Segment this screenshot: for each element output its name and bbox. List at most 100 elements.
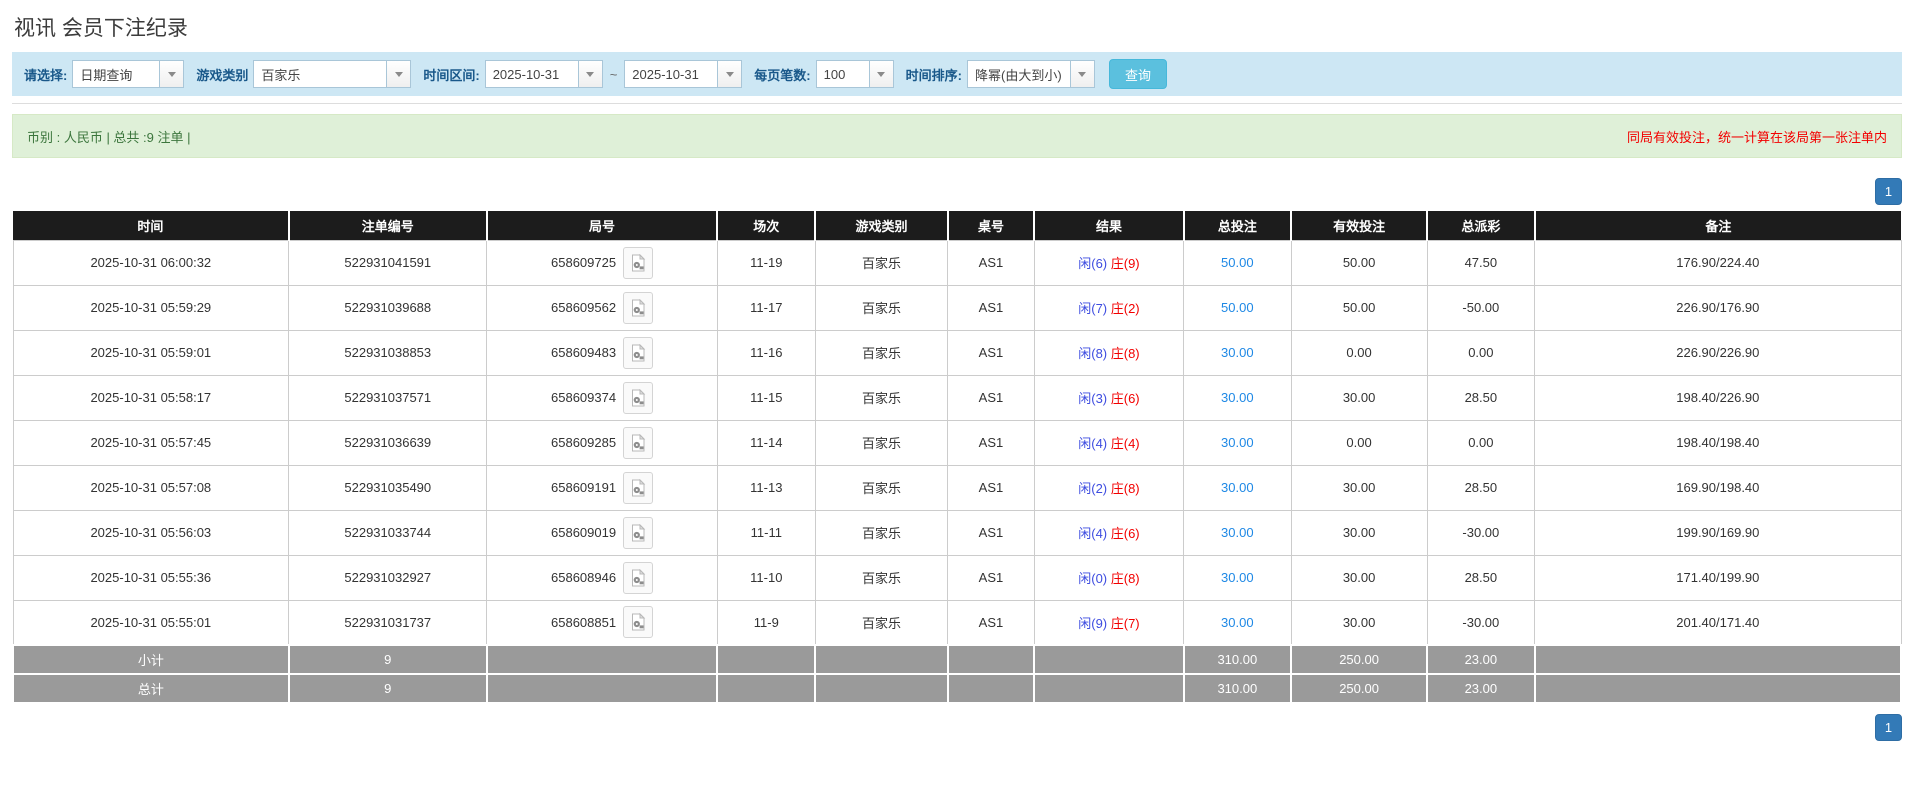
payout: 47.50 bbox=[1426, 239, 1536, 286]
total-bet-link[interactable]: 30.00 bbox=[1221, 480, 1254, 495]
bet-id: 522931037571 bbox=[288, 374, 488, 421]
round-id-wrap: 658609483 bbox=[551, 336, 654, 369]
summary-empty bbox=[814, 644, 949, 675]
round-id: 658609374 bbox=[551, 390, 617, 405]
sort-order-combobox[interactable] bbox=[966, 60, 1095, 88]
result-banker: 庄(2) bbox=[1110, 301, 1140, 316]
per-page-combobox[interactable] bbox=[815, 60, 894, 88]
query-type-combobox[interactable] bbox=[72, 60, 185, 88]
bet-time: 2025-10-31 05:56:03 bbox=[12, 509, 290, 556]
result-banker: 庄(6) bbox=[1110, 391, 1140, 406]
video-replay-button[interactable] bbox=[623, 291, 654, 324]
bet-time: 2025-10-31 05:59:29 bbox=[12, 284, 290, 331]
total-bet-link[interactable]: 30.00 bbox=[1221, 525, 1254, 540]
total-bet-link[interactable]: 30.00 bbox=[1221, 615, 1254, 630]
chevron-down-icon[interactable] bbox=[577, 61, 602, 87]
column-header: 局号 bbox=[486, 211, 719, 240]
search-button[interactable]: 查询 bbox=[1108, 59, 1167, 89]
bet-id: 522931035490 bbox=[288, 464, 488, 511]
round-id: 658608851 bbox=[551, 614, 617, 630]
chevron-down-icon[interactable] bbox=[1069, 61, 1094, 87]
chevron-down-icon[interactable] bbox=[717, 61, 742, 87]
round-id-cell: 658609191 bbox=[486, 464, 718, 511]
round-id-wrap: 658608946 bbox=[551, 561, 654, 594]
chevron-down-icon[interactable] bbox=[159, 61, 184, 87]
session-no: 11-10 bbox=[716, 554, 816, 601]
summary-empty bbox=[1533, 673, 1903, 704]
pagination-bottom: 1 bbox=[12, 714, 1902, 741]
total-bet-link[interactable]: 30.00 bbox=[1221, 435, 1254, 450]
round-id-wrap: 658609019 bbox=[551, 516, 654, 549]
pagination-page-1[interactable]: 1 bbox=[1875, 714, 1902, 741]
table-no: AS1 bbox=[947, 284, 1035, 331]
summary-label: 小计 bbox=[12, 644, 290, 675]
video-replay-button[interactable] bbox=[623, 516, 654, 549]
per-page-input[interactable] bbox=[816, 61, 869, 87]
video-replay-button[interactable] bbox=[623, 336, 654, 369]
summary-empty bbox=[1533, 644, 1903, 675]
video-replay-button[interactable] bbox=[623, 471, 654, 504]
round-id: 658609191 bbox=[551, 480, 617, 495]
total-bet-link[interactable]: 30.00 bbox=[1221, 570, 1254, 585]
round-id-cell: 658609019 bbox=[486, 509, 718, 556]
video-replay-button[interactable] bbox=[623, 381, 654, 414]
total-bet-cell: 30.00 bbox=[1183, 554, 1292, 601]
film-icon bbox=[632, 568, 646, 586]
filter-bar: 请选择: 游戏类别 时间区间: ~ 每页笔数: 时间排序: bbox=[12, 52, 1902, 96]
bet-id: 522931032927 bbox=[288, 554, 488, 601]
result-player: 闲(8) bbox=[1078, 346, 1108, 361]
sort-order-input[interactable] bbox=[967, 61, 1070, 87]
summary-empty bbox=[485, 644, 719, 675]
page-title: 视讯 会员下注纪录 bbox=[14, 17, 188, 40]
pagination-page-1[interactable]: 1 bbox=[1875, 178, 1902, 205]
video-replay-button[interactable] bbox=[623, 426, 654, 459]
remark: 199.90/169.90 bbox=[1534, 509, 1902, 556]
date-to-combobox[interactable] bbox=[624, 60, 743, 88]
total-bet-link[interactable]: 50.00 bbox=[1221, 300, 1254, 315]
round-id-cell: 658609285 bbox=[486, 419, 718, 466]
round-id: 658609285 bbox=[551, 435, 617, 450]
table-row: 2025-10-31 05:55:36 522931032927 658608946… bbox=[12, 554, 1902, 601]
result-player: 闲(0) bbox=[1078, 571, 1108, 586]
valid-bet: 30.00 bbox=[1290, 554, 1428, 601]
query-type-input[interactable] bbox=[73, 61, 160, 87]
video-replay-button[interactable] bbox=[623, 606, 654, 639]
table-row: 2025-10-31 06:00:32 522931041591 658609725… bbox=[12, 239, 1902, 286]
bet-id: 522931041591 bbox=[288, 239, 488, 286]
session-no: 11-14 bbox=[716, 419, 816, 466]
summary-valid-bet: 250.00 bbox=[1290, 644, 1429, 675]
game-type-input[interactable] bbox=[254, 61, 387, 87]
summary-count: 9 bbox=[287, 644, 488, 675]
film-icon bbox=[632, 613, 646, 631]
total-bet-link[interactable]: 30.00 bbox=[1221, 390, 1254, 405]
game-type: 百家乐 bbox=[814, 509, 949, 556]
date-to-input[interactable] bbox=[625, 61, 718, 87]
summary-row: 总计 9 310.00 250.00 23.00 bbox=[12, 673, 1903, 704]
table-row: 2025-10-31 05:59:01 522931038853 658609483… bbox=[12, 329, 1902, 376]
table-no: AS1 bbox=[947, 509, 1035, 556]
round-id-wrap: 658609562 bbox=[551, 291, 654, 324]
summary-empty bbox=[946, 644, 1036, 675]
query-type-label: 请选择: bbox=[24, 67, 68, 83]
result-player: 闲(9) bbox=[1078, 615, 1108, 631]
bet-id: 522931039688 bbox=[288, 284, 488, 331]
result-player: 闲(6) bbox=[1078, 256, 1108, 271]
payout: -50.00 bbox=[1426, 284, 1536, 331]
date-from-input[interactable] bbox=[485, 61, 578, 87]
total-bet-link[interactable]: 30.00 bbox=[1221, 345, 1254, 360]
payout: -30.00 bbox=[1426, 599, 1536, 646]
game-type-combobox[interactable] bbox=[253, 60, 412, 88]
valid-bet: 30.00 bbox=[1290, 464, 1428, 511]
betting-records-table: 时间 注单编号 局号 场次 游戏类别 桌号 结果 总投注 有效投注 总派彩 备注 2025-10-3… bbox=[12, 211, 1903, 704]
summary-empty bbox=[946, 673, 1036, 704]
chevron-down-icon[interactable] bbox=[868, 61, 893, 87]
chevron-down-icon[interactable] bbox=[386, 61, 411, 87]
total-bet-link[interactable]: 50.00 bbox=[1221, 255, 1254, 270]
bet-time: 2025-10-31 05:59:01 bbox=[12, 329, 290, 376]
video-replay-button[interactable] bbox=[623, 246, 654, 279]
video-replay-button[interactable] bbox=[623, 561, 654, 594]
date-from-combobox[interactable] bbox=[484, 60, 603, 88]
result-cell: 闲(3) 庄(6) bbox=[1033, 374, 1185, 421]
payout: 28.50 bbox=[1426, 374, 1536, 421]
column-header: 有效投注 bbox=[1291, 211, 1429, 240]
